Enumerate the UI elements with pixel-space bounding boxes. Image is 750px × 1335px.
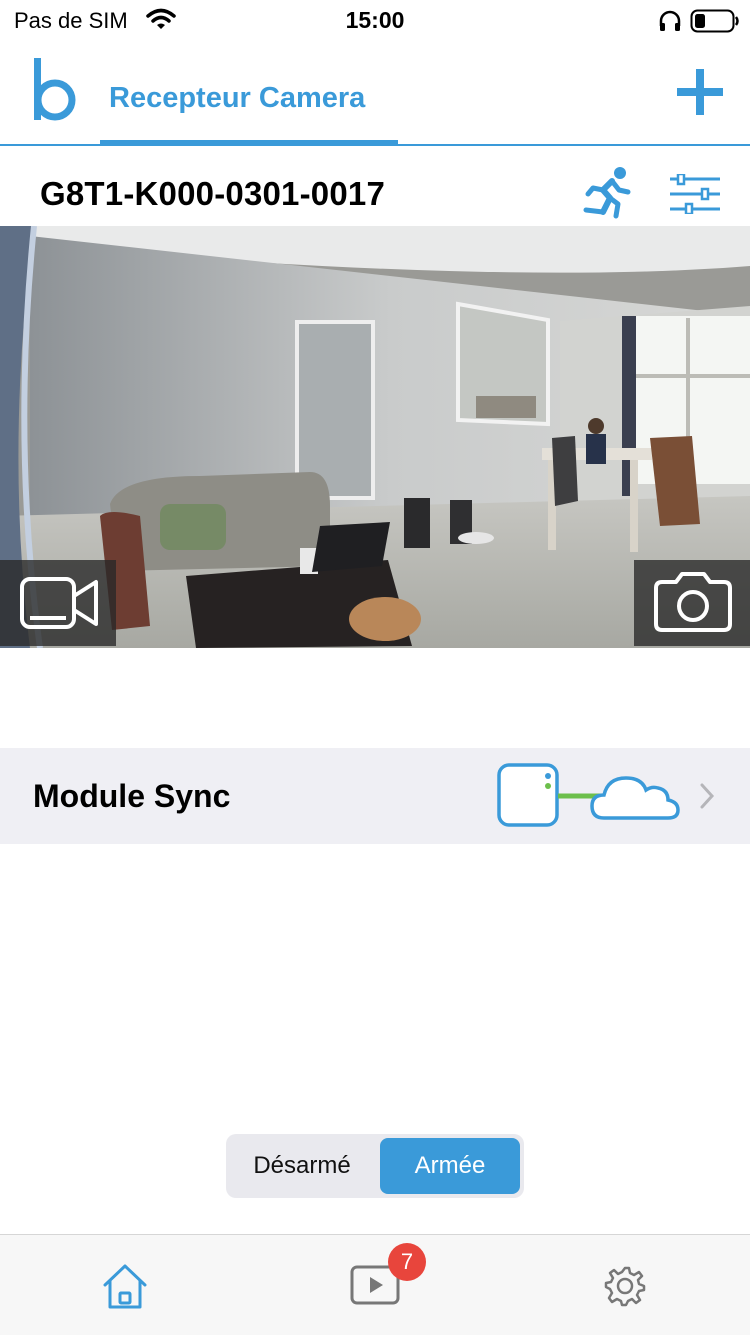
gear-icon: [604, 1266, 646, 1307]
status-bar: Pas de SIM 15:00: [0, 0, 750, 44]
plus-icon: [677, 69, 723, 115]
clock: 15:00: [345, 7, 405, 33]
settings-tab[interactable]: [604, 1265, 646, 1312]
record-video-button[interactable]: [0, 560, 116, 646]
module-sync-row[interactable]: Module Sync: [0, 748, 750, 844]
snapshot-button[interactable]: [634, 560, 750, 646]
tab-title-label: Recepteur Camera: [109, 82, 366, 114]
home-icon: [103, 1264, 147, 1309]
tab-bar: 7: [0, 1234, 750, 1335]
camera-id: G8T1-K000-0301-0017: [40, 175, 386, 212]
chevron-right-icon: [698, 782, 718, 815]
headphones-icon: [658, 10, 682, 37]
module-sync-label: Module Sync: [33, 778, 231, 814]
disarm-button[interactable]: Désarmé: [226, 1134, 378, 1198]
camera-header-row: G8T1-K000-0301-0017: [0, 146, 750, 226]
arm-button[interactable]: Armée: [380, 1138, 520, 1194]
add-device-button[interactable]: [672, 64, 730, 122]
arm-toggle: Désarmé Armée: [226, 1134, 524, 1198]
home-tab[interactable]: [100, 1261, 150, 1316]
camera-thumbnail[interactable]: [0, 226, 750, 648]
app-header: Recepteur Camera: [0, 44, 750, 146]
sliders-icon[interactable]: [668, 172, 722, 219]
blink-logo: [28, 56, 78, 131]
running-person-icon[interactable]: [582, 166, 634, 225]
sync-module-cloud-icon: [496, 762, 686, 833]
clips-badge: 7: [388, 1243, 426, 1281]
video-camera-icon: [20, 577, 98, 629]
photo-camera-icon: [654, 572, 732, 632]
tab-recepteur-camera[interactable]: Recepteur Camera: [100, 44, 398, 145]
battery-icon: [690, 8, 740, 39]
